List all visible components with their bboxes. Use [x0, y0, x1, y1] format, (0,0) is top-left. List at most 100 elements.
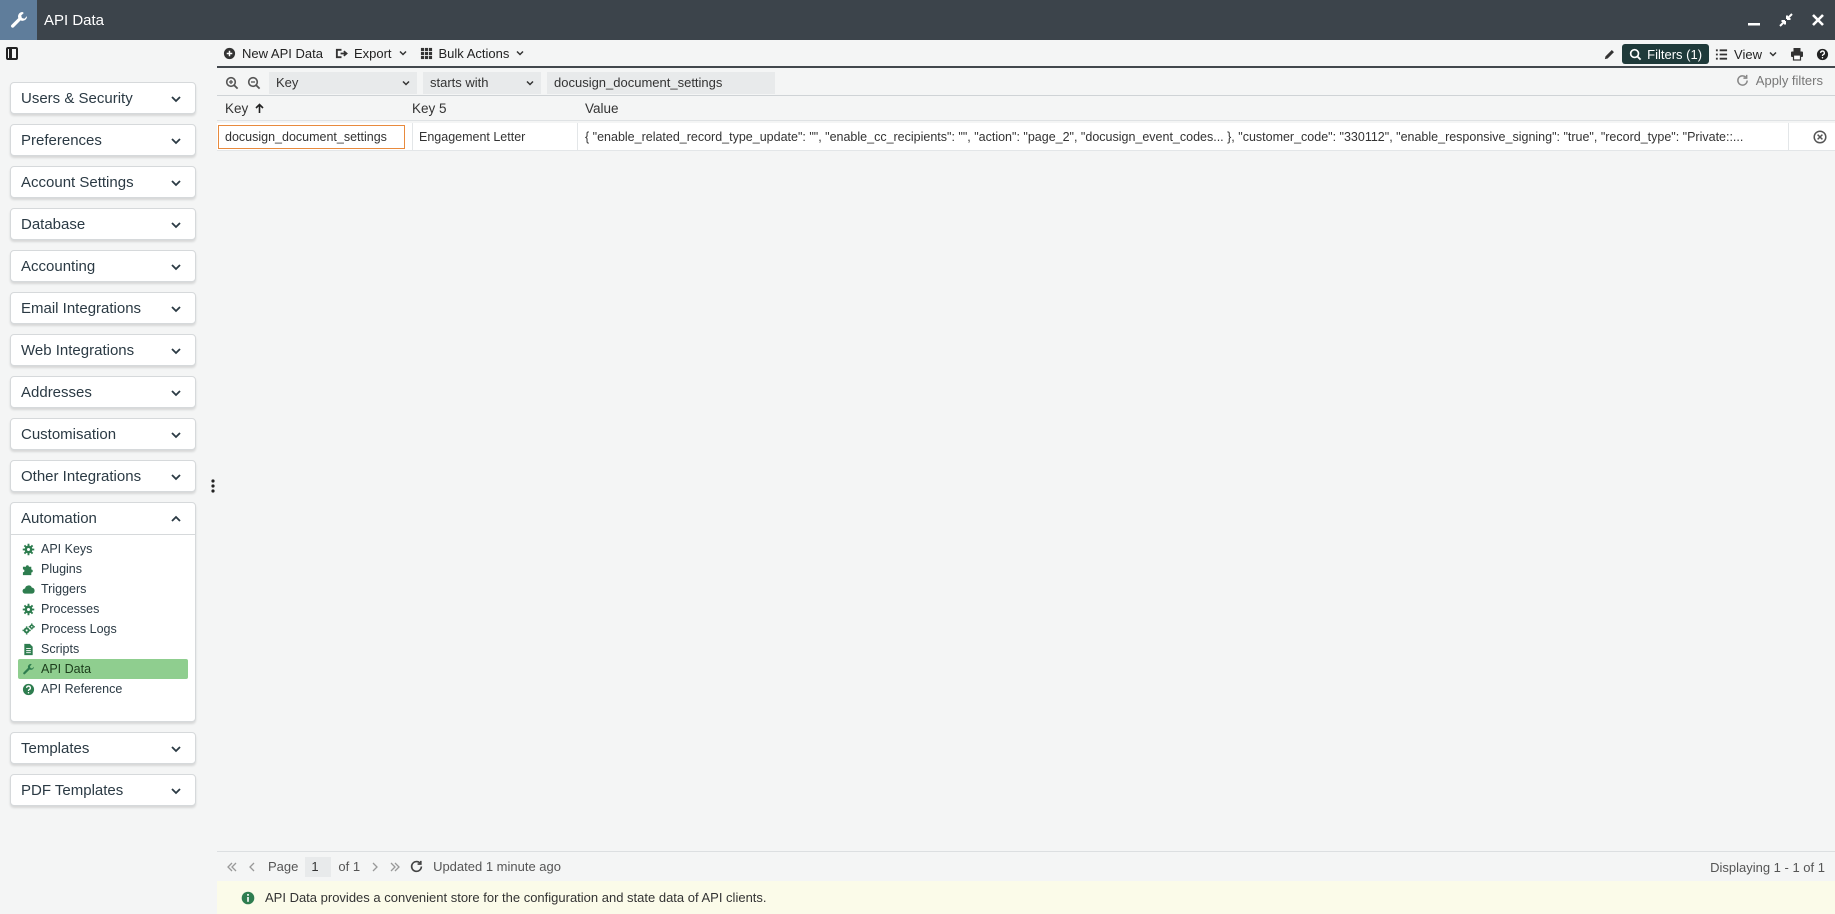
sidebar-item-scripts[interactable]: Scripts [18, 639, 188, 659]
sidebar-item-api-keys[interactable]: API Keys [18, 539, 188, 559]
sidebar-section-automation-header[interactable]: Automation [11, 503, 195, 535]
section-label: Templates [21, 739, 90, 757]
chevron-up-icon [171, 515, 181, 522]
info-text: API Data provides a convenient store for… [265, 890, 767, 905]
sidebar-item-triggers[interactable]: Triggers [18, 579, 188, 599]
arrow-up-icon [255, 103, 264, 113]
puzzle-icon [22, 564, 33, 575]
sidebar-section-preferences[interactable]: Preferences [10, 124, 196, 156]
chevron-down-icon [171, 390, 181, 397]
sidebar-item-api-data[interactable]: API Data [18, 659, 188, 679]
sidebar: Users & Security Preferences Account Set… [0, 40, 210, 914]
minimize-icon[interactable] [1745, 11, 1763, 29]
wrench-icon [23, 663, 34, 674]
chevron-down-icon [171, 348, 181, 355]
cell-key[interactable]: docusign_document_settings [218, 125, 405, 149]
view-button[interactable]: View [1709, 43, 1784, 65]
sidebar-section-account-settings[interactable]: Account Settings [10, 166, 196, 198]
column-header-label: Value [585, 101, 619, 116]
sidebar-item-plugins[interactable]: Plugins [18, 559, 188, 579]
main-panel: New API Data Export Bulk Actions Filters… [217, 40, 1835, 914]
column-header-label: Key [225, 101, 249, 116]
close-circle-icon[interactable] [1813, 130, 1827, 144]
cell-key5[interactable]: Engagement Letter [412, 123, 572, 151]
chevron-down-icon [516, 50, 524, 56]
filter-operator-select[interactable]: starts with [423, 71, 541, 94]
first-page-icon[interactable] [226, 861, 238, 873]
sidebar-item-api-reference[interactable]: API Reference [18, 679, 188, 699]
close-icon[interactable] [1809, 11, 1827, 29]
sidebar-section-addresses[interactable]: Addresses [10, 376, 196, 408]
sidebar-item-label: API Keys [41, 542, 93, 556]
last-page-icon[interactable] [389, 861, 401, 873]
zoom-in-icon[interactable] [225, 76, 239, 90]
chevron-down-icon [171, 746, 181, 753]
page-label: Page [268, 859, 299, 874]
gears-icon [22, 623, 35, 635]
help-button[interactable] [1810, 43, 1835, 65]
section-label: Customisation [21, 425, 117, 443]
apply-filters-button[interactable]: Apply filters [1736, 73, 1823, 88]
page-count: of 1 [338, 859, 361, 874]
pager: Page 1 of 1 Updated 1 minute ago Display… [217, 851, 1835, 881]
sidebar-section-email-integrations[interactable]: Email Integrations [10, 292, 196, 324]
sidebar-toggle-icon[interactable] [6, 47, 18, 60]
filters-button[interactable]: Filters (1) [1622, 44, 1710, 64]
filter-operator-value: starts with [430, 75, 489, 90]
new-api-data-button[interactable]: New API Data [217, 42, 329, 64]
sidebar-section-pdf-templates[interactable]: PDF Templates [10, 774, 196, 806]
refresh-icon[interactable] [410, 860, 423, 873]
sidebar-section-database[interactable]: Database [10, 208, 196, 240]
sidebar-item-process-logs[interactable]: Process Logs [18, 619, 188, 639]
toolbar: New API Data Export Bulk Actions Filters… [217, 40, 1835, 68]
sidebar-section-web-integrations[interactable]: Web Integrations [10, 334, 196, 366]
sidebar-section-other-integrations[interactable]: Other Integrations [10, 460, 196, 492]
sidebar-item-label: API Data [41, 662, 92, 676]
sidebar-section-customisation[interactable]: Customisation [10, 418, 196, 450]
print-button[interactable] [1784, 43, 1810, 65]
previous-page-icon[interactable] [246, 861, 258, 873]
section-label: Preferences [21, 131, 102, 149]
section-label: PDF Templates [21, 781, 124, 799]
chevron-down-icon [171, 474, 181, 481]
section-label: Account Settings [21, 173, 134, 191]
column-header-value[interactable]: Value [585, 101, 619, 116]
section-label: Email Integrations [21, 299, 142, 317]
cell-value[interactable]: { "enable_related_record_type_update": "… [577, 123, 1789, 151]
sidebar-item-processes[interactable]: Processes [18, 599, 188, 619]
bulk-actions-button[interactable]: Bulk Actions [414, 42, 532, 64]
section-label: Accounting [21, 257, 96, 275]
sidebar-item-label: Triggers [41, 582, 87, 596]
sidebar-item-label: Process Logs [41, 622, 117, 636]
filter-field-value: Key [276, 75, 299, 90]
list-icon [1715, 48, 1728, 60]
sidebar-item-label: Plugins [41, 562, 82, 576]
export-button[interactable]: Export [329, 42, 414, 64]
chevron-down-icon [402, 80, 410, 86]
resize-handle-icon[interactable] [210, 478, 216, 494]
filter-value-text: docusign_document_settings [554, 75, 723, 90]
sidebar-section-accounting[interactable]: Accounting [10, 250, 196, 282]
updated-status: Updated 1 minute ago [433, 859, 561, 874]
restore-icon[interactable] [1777, 11, 1795, 29]
table-row[interactable]: docusign_document_settings Engagement Le… [217, 123, 1835, 151]
chevron-down-icon [171, 138, 181, 145]
column-header-key5[interactable]: Key 5 [412, 101, 447, 116]
zoom-out-icon[interactable] [247, 76, 261, 90]
chevron-down-icon [171, 788, 181, 795]
section-label: Users & Security [21, 89, 133, 107]
page-number-input[interactable]: 1 [305, 856, 332, 877]
edit-pencil-button[interactable] [1597, 43, 1622, 65]
chevron-down-icon [526, 80, 534, 86]
chevron-down-icon [171, 264, 181, 271]
sidebar-section-users-security[interactable]: Users & Security [10, 82, 196, 114]
section-label: Addresses [21, 383, 92, 401]
chevron-down-icon [171, 96, 181, 103]
grid-header: Key Key 5 Value [217, 97, 1835, 121]
column-header-key[interactable]: Key [225, 101, 265, 116]
filter-field-select[interactable]: Key [269, 71, 417, 94]
filters-label: Filters (1) [1647, 46, 1703, 62]
next-page-icon[interactable] [369, 861, 381, 873]
filter-value-input[interactable]: docusign_document_settings [547, 71, 775, 94]
sidebar-section-templates[interactable]: Templates [10, 732, 196, 764]
